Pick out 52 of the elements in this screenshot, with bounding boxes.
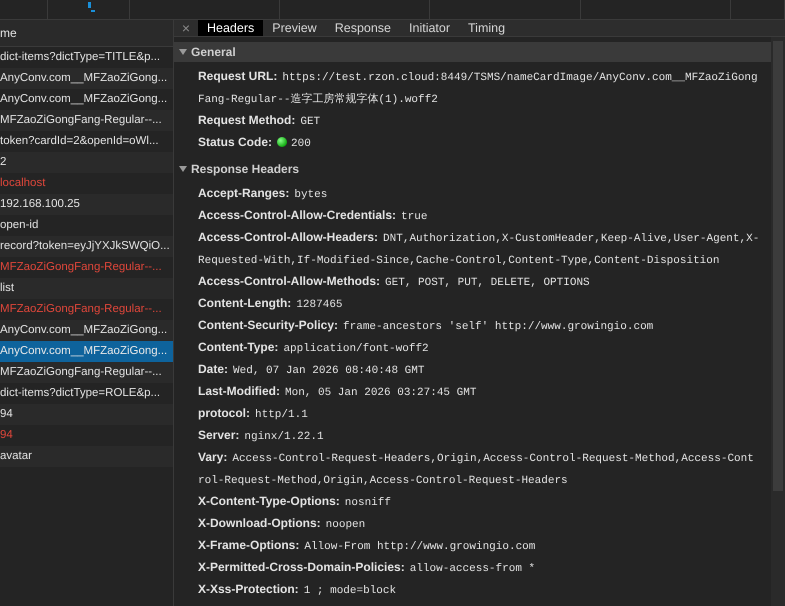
close-button[interactable]: × <box>174 20 198 36</box>
tab[interactable]: Timing <box>459 20 514 36</box>
request-row[interactable]: MFZaoZiGongFang-Regular--... <box>0 110 173 131</box>
request-row[interactable]: localhost <box>0 173 173 194</box>
request-row[interactable]: avatar <box>0 446 173 467</box>
header-entry: Date: Wed, 07 Jan 2026 08:40:48 GMT <box>198 361 426 379</box>
request-row[interactable]: dict-items?dictType=ROLE&p... <box>0 383 173 404</box>
header-entry: X-Frame-Options: Allow-From http://www.growingio.com <box>198 537 536 555</box>
header-entry: X-Permitted-Cross-Domain-Policies: allow-access-from * <box>198 559 536 577</box>
header-entry: Access-Control-Allow-Methods: GET, POST, PUT, DELETE, OPTIONS <box>198 273 591 291</box>
request-row[interactable]: MFZaoZiGongFang-Regular--... <box>0 257 173 278</box>
status-dot-icon <box>277 137 288 147</box>
section-header[interactable]: General <box>174 42 771 62</box>
request-row[interactable]: token?cardId=2&openId=oWl... <box>0 131 173 152</box>
header-entry: Server: nginx/1.22.1 <box>198 427 325 445</box>
header-entry: Access-Control-Allow-Credentials: true <box>198 207 428 225</box>
request-row[interactable]: MFZaoZiGongFang-Regular--... <box>0 299 173 320</box>
request-row[interactable]: open-id <box>0 215 173 236</box>
scrollbar[interactable] <box>771 37 785 606</box>
section-header[interactable]: Response Headers <box>174 159 771 179</box>
request-row[interactable]: MFZaoZiGongFang-Regular--... <box>0 362 173 383</box>
request-row[interactable]: 94 <box>0 425 173 446</box>
tab[interactable]: Headers <box>198 20 264 36</box>
tab[interactable]: Initiator <box>400 20 460 36</box>
header-entry: Status Code: 200 <box>198 134 312 152</box>
request-row[interactable]: dict-items?dictType=TITLE&p... <box>0 47 173 68</box>
section-title: Response Headers <box>191 162 300 176</box>
request-row[interactable]: list <box>0 278 173 299</box>
request-row[interactable]: 192.168.100.25 <box>0 194 173 215</box>
header-entry: Accept-Ranges: bytes <box>198 185 328 203</box>
header-entry: Access-Control-Allow-Headers: DNT,Authorization,X-CustomHeader,Keep-Alive,User-Agent,X-Requested-With,If-Modified-Since,Cache-Control,Content-Type,Content-Disposition <box>198 229 760 269</box>
header-entry: Content-Length: 1287465 <box>198 295 344 313</box>
request-row[interactable]: AnyConv.com__MFZaoZiGong... <box>0 341 173 362</box>
header-entry: Content-Type: application/font-woff2 <box>198 339 430 357</box>
header-entry: Last-Modified: Mon, 05 Jan 2026 03:27:45 GMT <box>198 383 478 401</box>
tab[interactable]: Response <box>326 20 400 36</box>
request-row[interactable]: AnyConv.com__MFZaoZiGong... <box>0 89 173 110</box>
header-entry: Request URL: https://test.rzon.cloud:8449/TSMS/nameCardImage/AnyConv.com__MFZaoZiGongFang-Regular--造字工房常规字体(1).woff2 <box>198 68 759 108</box>
request-row[interactable]: 94 <box>0 404 173 425</box>
column-header[interactable]: me <box>0 26 17 40</box>
tab[interactable]: Preview <box>263 20 326 36</box>
request-row[interactable]: AnyConv.com__MFZaoZiGong... <box>0 320 173 341</box>
header-entry: X-Xss-Protection: 1 ; mode=block <box>198 581 398 599</box>
header-entry: X-Content-Type-Options: nosniff <box>198 493 392 511</box>
header-entry: X-Download-Options: noopen <box>198 515 366 533</box>
request-row[interactable]: 2 <box>0 152 173 173</box>
header-entry: Request Method: GET <box>198 112 322 130</box>
request-row[interactable]: record?token=eyJjYXJkSWQiO... <box>0 236 173 257</box>
header-entry: protocol: http/1.1 <box>198 405 309 423</box>
header-entry: Content-Security-Policy: frame-ancestors 'self' http://www.growingio.com <box>198 317 654 335</box>
section-title: General <box>191 45 236 59</box>
request-row[interactable]: AnyConv.com__MFZaoZiGong... <box>0 68 173 89</box>
